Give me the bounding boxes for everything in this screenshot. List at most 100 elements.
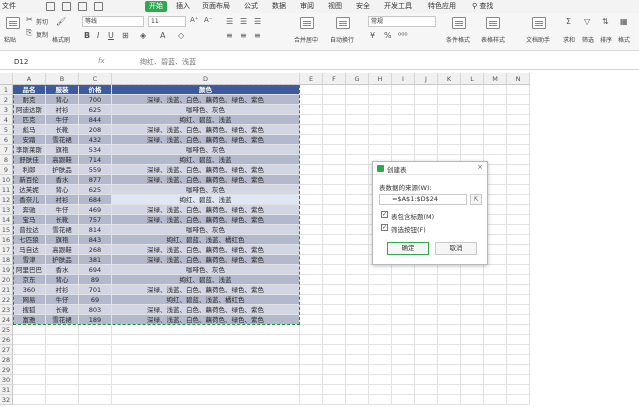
empty-cell[interactable] — [369, 355, 392, 365]
empty-cell[interactable] — [346, 355, 369, 365]
row-header[interactable]: 17 — [0, 245, 13, 255]
empty-cell[interactable] — [300, 225, 323, 235]
empty-cell[interactable] — [392, 325, 415, 335]
align-right-icon[interactable]: ≡ — [254, 31, 261, 40]
empty-cell[interactable] — [507, 185, 530, 195]
empty-cell[interactable] — [392, 95, 415, 105]
empty-cell[interactable] — [438, 115, 461, 125]
empty-cell[interactable] — [300, 335, 323, 345]
empty-cell[interactable] — [461, 105, 484, 115]
empty-cell[interactable] — [369, 345, 392, 355]
formula-input[interactable]: 绚红、碧蓝、浅蓝 — [140, 57, 196, 67]
underline-icon[interactable]: U — [108, 31, 114, 40]
empty-cell[interactable] — [46, 335, 79, 345]
empty-cell[interactable] — [438, 265, 461, 275]
empty-cell[interactable] — [46, 365, 79, 375]
row-header[interactable]: 30 — [0, 375, 13, 385]
table-cell[interactable]: 绚红、碧蓝、浅蓝、橘红色 — [112, 235, 300, 245]
empty-cell[interactable] — [346, 115, 369, 125]
empty-cell[interactable] — [369, 265, 392, 275]
empty-cell[interactable] — [346, 335, 369, 345]
empty-cell[interactable] — [461, 145, 484, 155]
empty-cell[interactable] — [507, 395, 530, 405]
empty-cell[interactable] — [323, 225, 346, 235]
empty-cell[interactable] — [346, 225, 369, 235]
empty-cell[interactable] — [46, 375, 79, 385]
table-cell[interactable]: 长靴 — [46, 305, 79, 315]
empty-cell[interactable] — [507, 155, 530, 165]
table-cell[interactable]: 69 — [79, 295, 112, 305]
table-cell[interactable]: 咖啡色、灰色 — [112, 225, 300, 235]
empty-cell[interactable] — [300, 245, 323, 255]
row-header[interactable]: 26 — [0, 335, 13, 345]
empty-cell[interactable] — [392, 135, 415, 145]
table-cell[interactable]: 牛仔 — [46, 295, 79, 305]
empty-cell[interactable] — [438, 345, 461, 355]
empty-cell[interactable] — [507, 315, 530, 325]
empty-cell[interactable] — [300, 155, 323, 165]
empty-cell[interactable] — [415, 285, 438, 295]
table-cell[interactable]: 381 — [79, 255, 112, 265]
empty-cell[interactable] — [323, 115, 346, 125]
format-painter-icon[interactable]: 🖌 — [56, 17, 66, 26]
empty-cell[interactable] — [300, 285, 323, 295]
empty-cell[interactable] — [507, 235, 530, 245]
row-header[interactable]: 18 — [0, 255, 13, 265]
empty-cell[interactable] — [300, 105, 323, 115]
table-cell[interactable]: 684 — [79, 195, 112, 205]
empty-cell[interactable] — [415, 355, 438, 365]
table-cell[interactable]: 雪花裙 — [46, 315, 79, 325]
table-cell[interactable]: 长靴 — [46, 125, 79, 135]
empty-cell[interactable] — [438, 145, 461, 155]
empty-cell[interactable] — [300, 345, 323, 355]
empty-cell[interactable] — [46, 325, 79, 335]
row-header[interactable]: 24 — [0, 315, 13, 325]
column-header[interactable]: A — [13, 73, 46, 85]
empty-cell[interactable] — [369, 95, 392, 105]
filter-checkbox[interactable]: ✓ — [381, 224, 388, 231]
empty-cell[interactable] — [346, 135, 369, 145]
table-cell[interactable]: 背心 — [46, 275, 79, 285]
table-cell[interactable]: 844 — [79, 115, 112, 125]
table-cell[interactable]: 护肤品 — [46, 165, 79, 175]
empty-cell[interactable] — [415, 345, 438, 355]
empty-cell[interactable] — [46, 355, 79, 365]
table-cell[interactable]: 香奈儿 — [13, 195, 46, 205]
filter-label[interactable]: 筛选 — [582, 35, 594, 44]
table-cell[interactable]: 绚红、碧蓝、浅蓝 — [112, 115, 300, 125]
empty-cell[interactable] — [507, 165, 530, 175]
row-header[interactable]: 8 — [0, 155, 13, 165]
empty-cell[interactable] — [507, 385, 530, 395]
menu-data-tab[interactable]: 数据 — [272, 0, 286, 13]
empty-cell[interactable] — [415, 385, 438, 395]
table-cell[interactable]: 背心 — [46, 95, 79, 105]
merge-center-icon[interactable] — [300, 17, 314, 29]
empty-cell[interactable] — [507, 295, 530, 305]
table-cell[interactable]: 深绿、浅蓝、白色、藕荷色、绿色、紫色 — [112, 95, 300, 105]
empty-cell[interactable] — [323, 335, 346, 345]
table-cell[interactable]: 阿迪达斯 — [13, 105, 46, 115]
table-cell[interactable]: 深绿、浅蓝、白色、藕荷色、绿色、紫色 — [112, 135, 300, 145]
empty-cell[interactable] — [507, 95, 530, 105]
empty-cell[interactable] — [415, 85, 438, 95]
empty-cell[interactable] — [415, 365, 438, 375]
empty-cell[interactable] — [300, 115, 323, 125]
sum-label[interactable]: 求和 — [563, 35, 575, 44]
empty-cell[interactable] — [112, 395, 300, 405]
row-header[interactable]: 23 — [0, 305, 13, 315]
table-cell[interactable]: 旗袍 — [46, 235, 79, 245]
table-cell[interactable]: 咖啡色、灰色 — [112, 185, 300, 195]
empty-cell[interactable] — [415, 315, 438, 325]
empty-cell[interactable] — [507, 245, 530, 255]
empty-cell[interactable] — [461, 325, 484, 335]
empty-cell[interactable] — [484, 305, 507, 315]
empty-cell[interactable] — [13, 335, 46, 345]
empty-cell[interactable] — [346, 295, 369, 305]
empty-cell[interactable] — [323, 375, 346, 385]
table-cell[interactable]: 559 — [79, 165, 112, 175]
row-header[interactable]: 7 — [0, 145, 13, 155]
empty-cell[interactable] — [392, 85, 415, 95]
empty-cell[interactable] — [415, 135, 438, 145]
menu-developer-tab[interactable]: 开发工具 — [384, 0, 412, 13]
row-header[interactable]: 4 — [0, 115, 13, 125]
